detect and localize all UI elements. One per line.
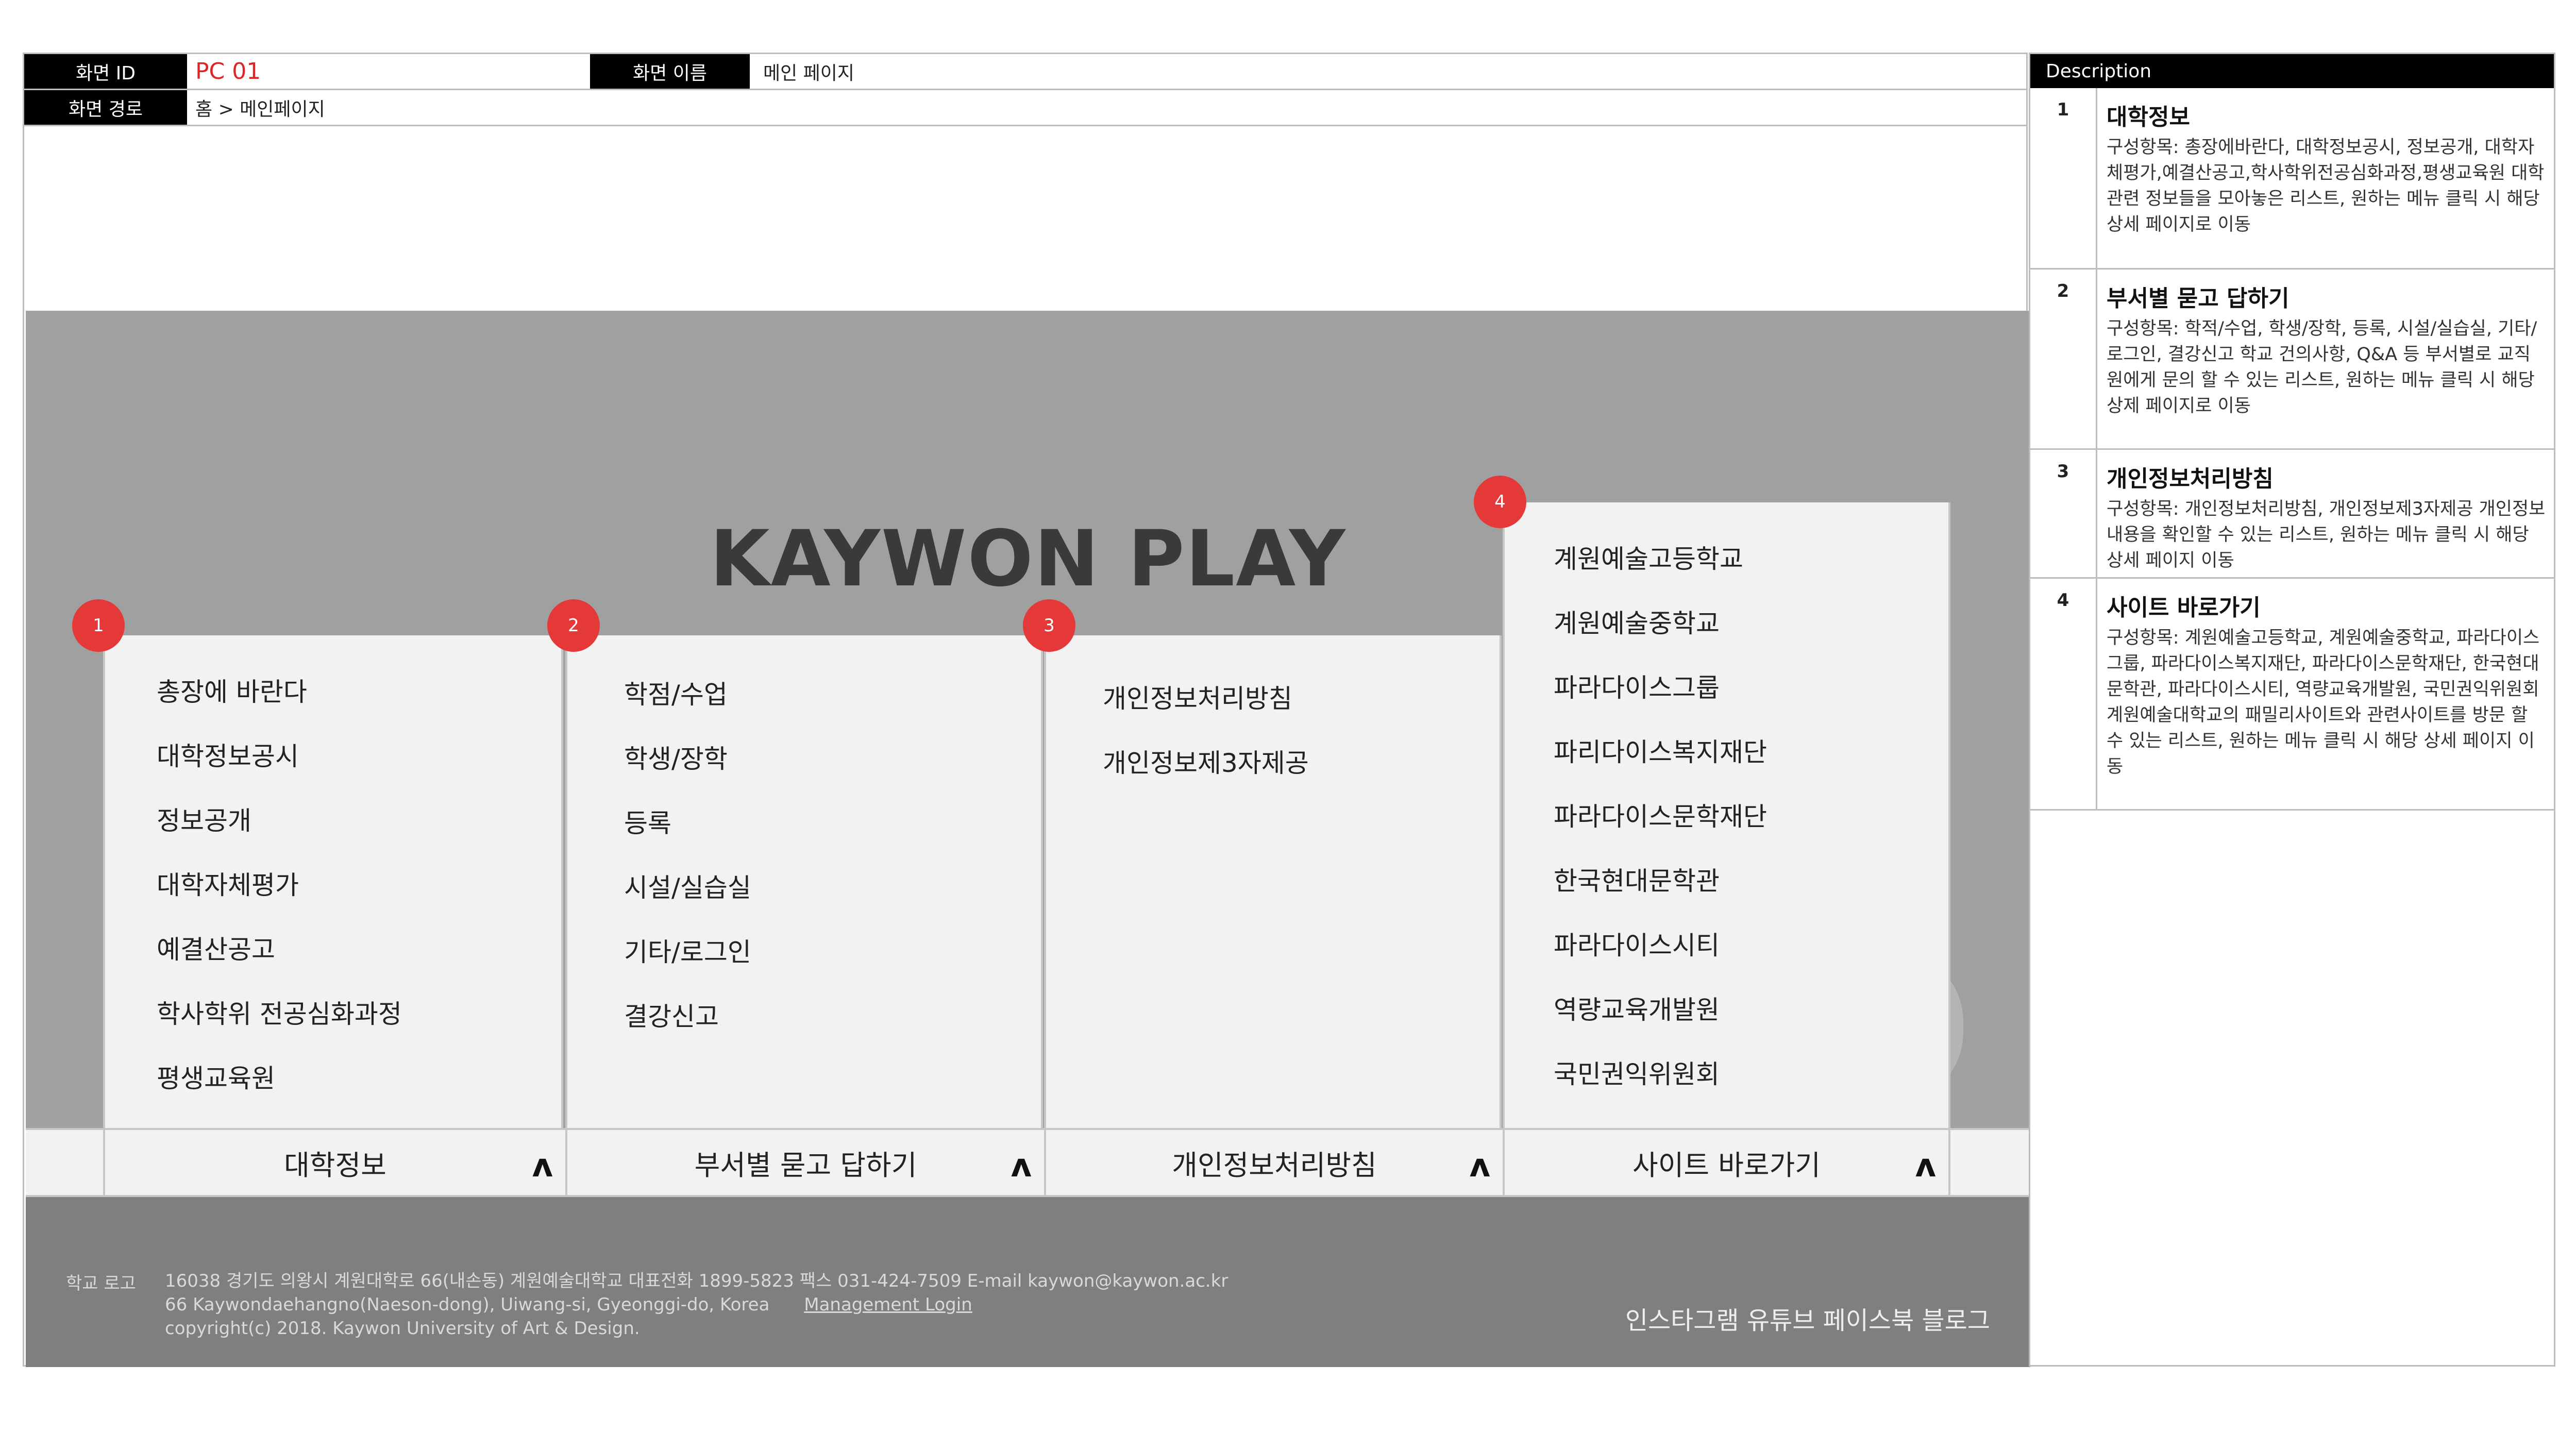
menu-item[interactable]: 평생교육원 [157, 1058, 275, 1095]
annotation-marker-4: 4 [1474, 476, 1526, 528]
management-login-link[interactable]: Management Login [804, 1294, 972, 1315]
tab-dept-qa[interactable]: 부서별 묻고 답하기 ʌ [565, 1130, 1044, 1195]
caret-up-icon: ʌ [1011, 1147, 1032, 1184]
school-logo: 학교 로고 [66, 1273, 136, 1294]
screen-name-value: 메인 페이지 [763, 62, 855, 84]
tab-sites[interactable]: 사이트 바로가기 ʌ [1503, 1130, 1950, 1195]
tab-label: 개인정보처리방침 [1172, 1149, 1377, 1182]
menu-item[interactable]: 파라다이스시티 [1554, 925, 1720, 962]
menu-item[interactable]: 파라다이스그룹 [1554, 667, 1720, 704]
annotation-marker-3: 3 [1023, 599, 1075, 652]
description-title: 대학정보 [2107, 104, 2190, 130]
description-number: 3 [2030, 450, 2097, 577]
caret-up-icon: ʌ [532, 1147, 553, 1184]
description-title: 부서별 묻고 답하기 [2107, 285, 2289, 312]
menu-item[interactable]: 대학정보공시 [157, 736, 299, 773]
dropdown-privacy: 개인정보처리방침 개인정보제3자제공 [1044, 635, 1502, 1128]
menu-item[interactable]: 국민권익위원회 [1554, 1054, 1720, 1091]
menu-item[interactable]: 등록 [624, 803, 671, 840]
menu-item[interactable]: 학사학위 전공심화과정 [157, 993, 402, 1031]
menu-item[interactable]: 정보공개 [157, 800, 251, 837]
description-row-1: 1 대학정보 구성항목: 총장에바란다, 대학정보공시, 정보공개, 대학자체평… [2030, 88, 2554, 269]
menu-item[interactable]: 개인정보제3자제공 [1103, 743, 1309, 780]
menu-item[interactable]: 학점/수업 [624, 674, 728, 711]
description-text: 구성항목: 계원예술고등학교, 계원예술중학교, 파라다이스그룹, 파라다이스복… [2107, 628, 2540, 777]
wireframe-stage: KAYWON PLAY 총장에 바란다 대학정보공시 정보공개 대학자체평가 예… [26, 311, 2030, 1367]
description-row-3: 3 개인정보처리방침 구성항목: 개인정보처리방침, 개인정보제3자제공 개인정… [2030, 450, 2554, 579]
description-title: 개인정보처리방침 [2107, 466, 2274, 492]
screen-name-label: 화면 이름 [590, 54, 750, 89]
social-links[interactable]: 인스타그램 유튜브 페이스북 블로그 [1625, 1300, 1990, 1336]
description-number: 4 [2030, 579, 2097, 809]
spec-header-row-1: 화면 ID PC 01 화면 이름 메인 페이지 [24, 54, 2026, 90]
address-line-2: 66 Kaywondaehangno(Naeson-dong), Uiwang-… [165, 1294, 770, 1315]
description-text: 구성항목: 총장에바란다, 대학정보공시, 정보공개, 대학자체평가,예결산공고… [2107, 137, 2545, 235]
footer-menu-bar: 대학정보 ʌ 부서별 묻고 답하기 ʌ 개인정보처리방침 ʌ 사이트 바로가기 … [26, 1128, 2030, 1197]
description-text: 구성항목: 개인정보처리방침, 개인정보제3자제공 개인정보내용을 확인할 수 … [2107, 499, 2546, 571]
description-text: 구성항목: 학적/수업, 학생/장학, 등록, 시설/실습실, 기타/로그인, … [2107, 318, 2537, 416]
menu-item[interactable]: 파리다이스복지재단 [1554, 732, 1767, 769]
dropdown-dept-qa: 학점/수업 학생/장학 등록 시설/실습실 기타/로그인 결강신고 [565, 635, 1043, 1128]
caret-up-icon: ʌ [1915, 1147, 1936, 1184]
tab-label: 부서별 묻고 답하기 [694, 1149, 917, 1182]
tab-privacy[interactable]: 개인정보처리방침 ʌ [1044, 1130, 1503, 1195]
caret-up-icon: ʌ [1469, 1147, 1490, 1184]
description-row-4: 4 사이트 바로가기 구성항목: 계원예술고등학교, 계원예술중학교, 파라다이… [2030, 579, 2554, 811]
annotation-marker-2: 2 [547, 599, 600, 652]
menu-item[interactable]: 대학자체평가 [157, 865, 299, 902]
screen-path-value: 홈 > 메인페이지 [195, 98, 325, 120]
description-panel: Description 1 대학정보 구성항목: 총장에바란다, 대학정보공시,… [2029, 53, 2555, 1367]
menu-item[interactable]: 계원예술중학교 [1554, 603, 1720, 640]
tab-label: 사이트 바로가기 [1632, 1149, 1821, 1182]
menu-item[interactable]: 역량교육개발원 [1554, 989, 1720, 1026]
menu-item[interactable]: 계원예술고등학교 [1554, 538, 1743, 576]
menu-item[interactable]: 개인정보처리방침 [1103, 678, 1292, 715]
site-footer: 학교 로고 16038 경기도 의왕시 계원대학로 66(내손동) 계원예술대학… [26, 1197, 2030, 1367]
tab-label: 대학정보 [284, 1149, 386, 1182]
description-header: Description [2030, 54, 2554, 88]
description-title: 사이트 바로가기 [2107, 595, 2261, 621]
description-number: 1 [2030, 88, 2097, 268]
copyright: copyright(c) 2018. Kaywon University of … [165, 1318, 640, 1339]
menu-item[interactable]: 결강신고 [624, 996, 719, 1033]
menu-item[interactable]: 시설/실습실 [624, 867, 751, 904]
screen-id-value: PC 01 [195, 58, 261, 85]
menu-item[interactable]: 한국현대문학관 [1554, 861, 1720, 898]
menu-item[interactable]: 학생/장학 [624, 738, 728, 776]
tab-university-info[interactable]: 대학정보 ʌ [103, 1130, 565, 1195]
screen-path-label: 화면 경로 [24, 90, 187, 125]
dropdown-sites: 계원예술고등학교 계원예술중학교 파라다이스그룹 파리다이스복지재단 파라다이스… [1503, 502, 1950, 1128]
menu-item[interactable]: 총장에 바란다 [157, 671, 307, 709]
description-row-2: 2 부서별 묻고 답하기 구성항목: 학적/수업, 학생/장학, 등록, 시설/… [2030, 269, 2554, 450]
screen-id-label: 화면 ID [24, 54, 187, 89]
menu-item[interactable]: 파라다이스문학재단 [1554, 796, 1767, 833]
description-number: 2 [2030, 269, 2097, 448]
footer-address: 16038 경기도 의왕시 계원대학로 66(내손동) 계원예술대학교 대표전화… [165, 1269, 1228, 1340]
dropdown-university-info: 총장에 바란다 대학정보공시 정보공개 대학자체평가 예결산공고 학사학위 전공… [103, 635, 563, 1128]
annotation-marker-1: 1 [72, 599, 125, 652]
spec-header-row-2: 화면 경로 홈 > 메인페이지 [24, 90, 2026, 126]
address-line-1: 16038 경기도 의왕시 계원대학로 66(내손동) 계원예술대학교 대표전화… [165, 1271, 1228, 1291]
menu-item[interactable]: 기타/로그인 [624, 932, 751, 969]
menu-item[interactable]: 예결산공고 [157, 929, 275, 966]
